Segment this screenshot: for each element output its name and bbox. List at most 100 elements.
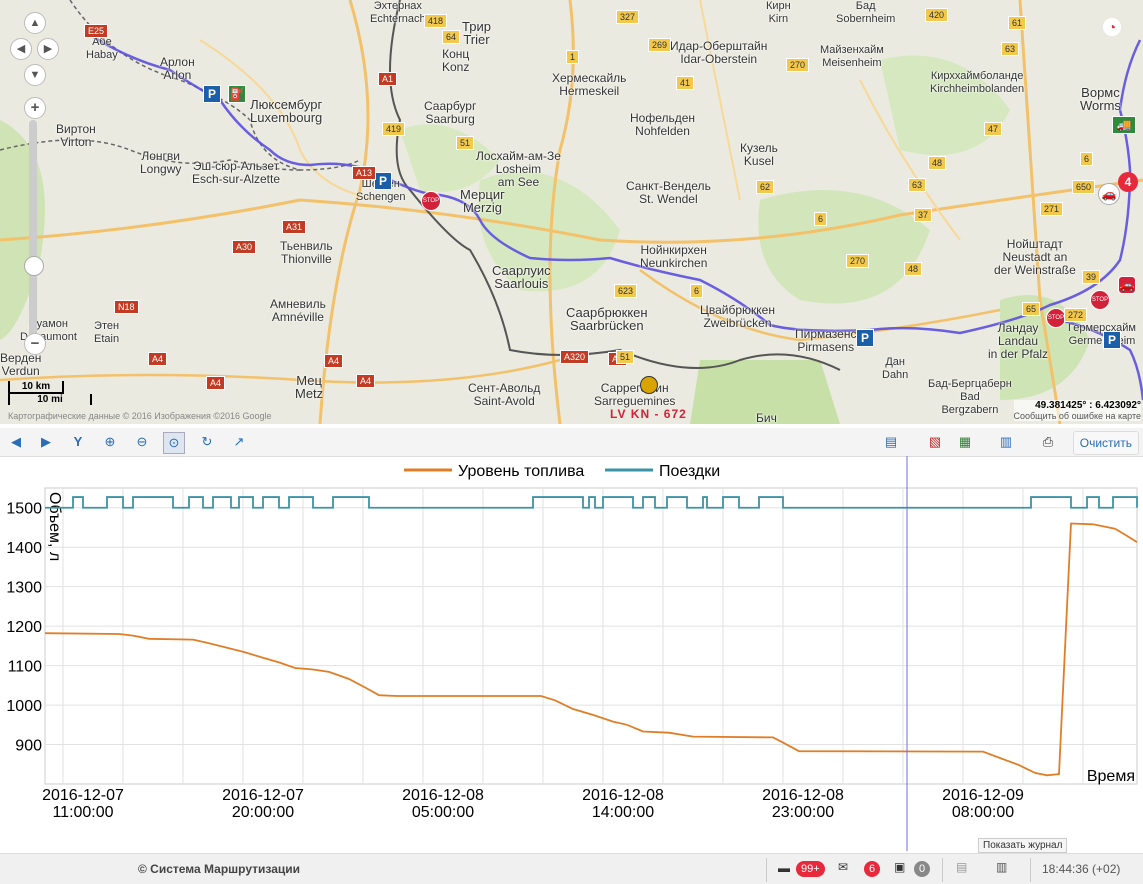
- y-tick-label: 1300: [6, 580, 42, 597]
- stop-icon[interactable]: STOP: [421, 191, 441, 211]
- road-number-badge: 1: [566, 50, 580, 64]
- place-label: Дан Dahn: [882, 356, 909, 381]
- pan-right-button[interactable]: ▶: [37, 38, 59, 60]
- report-error-link[interactable]: Сообщить об ошибке на карте: [1014, 411, 1141, 421]
- zoom-out-icon[interactable]: ⊖: [132, 432, 152, 452]
- place-label: Хермескайль Hermeskeil: [552, 71, 627, 98]
- zoom-reset-icon[interactable]: ⊙: [163, 432, 185, 454]
- road-number-badge: 41: [676, 76, 695, 90]
- zoom-slider-handle[interactable]: [24, 256, 44, 276]
- chart-svg[interactable]: 9001000110012001300140015002016-12-0711:…: [0, 456, 1143, 851]
- cluster-count-badge[interactable]: 4: [1118, 172, 1138, 192]
- road-number-badge: 269: [648, 38, 672, 52]
- road-number-badge: A1: [378, 72, 398, 86]
- place-label: Вормс Worms: [1080, 85, 1121, 113]
- place-label: Амневиль Amnéville: [270, 297, 326, 324]
- place-label: Бич: [756, 411, 777, 425]
- car-icon[interactable]: 🚗: [1118, 276, 1136, 294]
- line-chart-icon[interactable]: ↗: [229, 432, 249, 452]
- map-toggle-icon[interactable]: ▥: [996, 860, 1007, 874]
- stop-icon[interactable]: STOP: [1090, 290, 1110, 310]
- prev-period-icon[interactable]: ◀: [6, 432, 26, 452]
- zoom-out-button[interactable]: −: [24, 333, 46, 355]
- next-period-icon[interactable]: ▶: [36, 432, 56, 452]
- images-count-badge[interactable]: 0: [914, 861, 931, 877]
- zoom-in-icon[interactable]: ⊕: [100, 432, 120, 452]
- stop-icon[interactable]: STOP: [1046, 308, 1066, 328]
- fuel-chart[interactable]: 900 1000 1100 1200 1300 1400 1500 2016-12-07 11:…: [0, 456, 1143, 851]
- show-log-tooltip: Показать журнал: [978, 838, 1068, 853]
- mail-count-badge[interactable]: 6: [864, 861, 881, 877]
- road-number-badge: 623: [614, 284, 638, 298]
- fuel-station-icon[interactable]: ⛽: [228, 85, 246, 103]
- clock: 18:44:36 (+02): [1042, 862, 1121, 876]
- x-tick-label: 2016-12-08: [402, 787, 484, 804]
- export-pdf-icon[interactable]: ▧: [925, 432, 945, 452]
- place-label: Кирн Kirn: [766, 0, 791, 25]
- vehicle-marker-icon[interactable]: [640, 376, 658, 394]
- export-excel-icon[interactable]: ▦: [955, 432, 975, 452]
- map-panel[interactable]: Арлон Arlon Абе Habay Люксембург Luxembo…: [0, 0, 1143, 424]
- print-icon[interactable]: ⎙: [1038, 432, 1058, 452]
- pan-left-button[interactable]: ◀: [10, 38, 32, 60]
- scale-mi: 10 mi: [8, 394, 92, 405]
- place-label: Саарбург Saarburg: [424, 99, 477, 126]
- road-number-badge: 63: [1001, 42, 1020, 56]
- x-tick-label: 2016-12-08: [582, 787, 664, 804]
- parking-icon[interactable]: P: [1103, 331, 1121, 349]
- road-number-badge: A31: [282, 220, 307, 234]
- road-number-badge: 48: [928, 156, 947, 170]
- parking-icon[interactable]: P: [856, 329, 874, 347]
- y-axis-label: Объем, л: [46, 492, 63, 561]
- map-coordinates: 49.381425° : 6.423092° Сообщить об ошибк…: [1013, 400, 1141, 421]
- place-label: Виртон Virton: [56, 122, 96, 149]
- place-label: Люксембург Luxembourg: [250, 97, 323, 125]
- place-label: Кирххаймболанде Kirchheimbolanden: [930, 70, 1025, 95]
- y-tick-label: 1200: [6, 619, 42, 636]
- road-number-badge: N18: [114, 300, 139, 314]
- place-label: Нойнкирхен Neunkirchen: [640, 243, 708, 270]
- pan-down-button[interactable]: ▼: [24, 64, 46, 86]
- road-number-badge: 6: [814, 212, 828, 226]
- parking-icon[interactable]: P: [203, 85, 221, 103]
- place-label: Бад-Бергцаберн Bad Bergzabern: [928, 378, 1012, 416]
- vehicle-plate-label[interactable]: LV KN - 672: [610, 407, 687, 421]
- table-view-icon[interactable]: ▤: [881, 432, 901, 452]
- car-icon[interactable]: 🚗: [1098, 183, 1120, 205]
- app-logo-icon: ◔: [1103, 18, 1121, 36]
- road-number-badge: 650: [1072, 180, 1096, 194]
- place-label: Санкт-Вендель St. Wendel: [626, 179, 711, 206]
- place-label: Мец Metz: [295, 373, 324, 401]
- place-label: Лонгви Longwy: [140, 149, 182, 176]
- zoom-slider-track[interactable]: [29, 120, 37, 340]
- road-number-badge: 271: [1040, 202, 1064, 216]
- mail-icon[interactable]: ✉: [838, 860, 848, 874]
- zoom-in-button[interactable]: +: [24, 97, 46, 119]
- parking-icon[interactable]: P: [374, 172, 392, 190]
- place-label: Гермерсхайм Germersheim: [1068, 322, 1136, 347]
- road-number-badge: 419: [382, 122, 406, 136]
- pan-up-button[interactable]: ▲: [24, 12, 46, 34]
- x-axis-label: Время: [1087, 768, 1135, 785]
- document-icon[interactable]: ▥: [996, 432, 1016, 452]
- clear-button[interactable]: Очистить: [1072, 431, 1139, 455]
- refresh-icon[interactable]: ↻: [197, 432, 217, 452]
- y-tick-label: 900: [15, 738, 42, 755]
- x-tick-label: 05:00:00: [412, 804, 474, 821]
- messages-count-badge[interactable]: 99+: [796, 861, 825, 877]
- place-label: Абе Habay: [86, 36, 118, 61]
- road-number-badge: 65: [1022, 302, 1041, 316]
- panel-toggle-icon[interactable]: ▤: [956, 860, 967, 874]
- place-label: Арлон Arlon: [160, 55, 195, 82]
- image-icon[interactable]: ▣: [894, 860, 905, 874]
- legend-label-trips: Поездки: [659, 463, 720, 480]
- y-tick-label: 1400: [6, 540, 42, 557]
- truck-icon[interactable]: 🚚: [1112, 116, 1136, 134]
- y-axis-icon[interactable]: Y: [68, 432, 88, 452]
- road-number-badge: 61: [1008, 16, 1027, 30]
- road-number-badge: A320: [560, 350, 590, 364]
- x-tick-label: 11:00:00: [52, 804, 113, 821]
- messages-icon[interactable]: ▬: [778, 861, 790, 875]
- place-label: Нойштадт Neustadt an der Weinstraße: [994, 237, 1076, 277]
- x-tick-label: 20:00:00: [232, 804, 294, 821]
